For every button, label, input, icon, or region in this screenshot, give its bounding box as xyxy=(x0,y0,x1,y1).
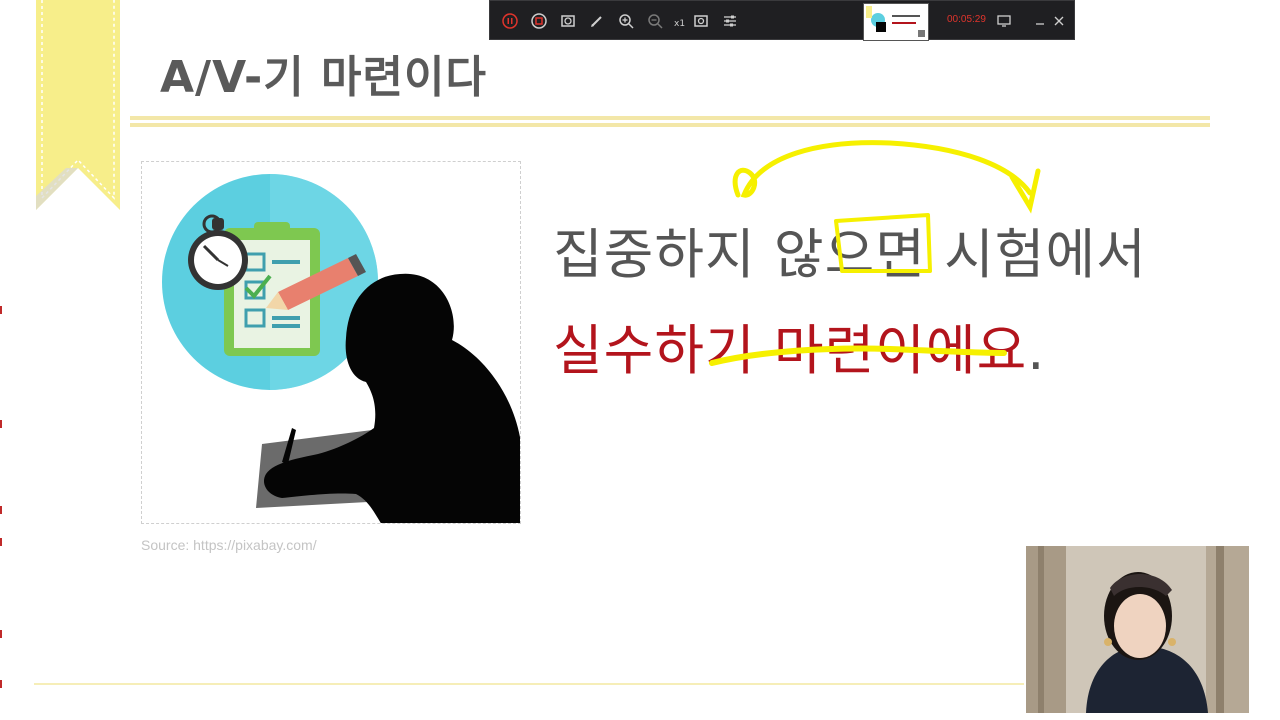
edge-marker xyxy=(0,306,2,314)
edge-marker xyxy=(0,538,2,546)
student-exam-illustration xyxy=(162,174,520,523)
webcam-icon[interactable] xyxy=(691,11,711,31)
image-source-caption: Source: https://pixabay.com/ xyxy=(141,537,317,553)
settings-icon[interactable] xyxy=(720,11,740,31)
webcam-presenter-feed xyxy=(1026,546,1249,713)
recorder-toolbar: x1 00:05:29 xyxy=(489,0,1075,41)
example-sentence-highlight: 실수하기 마련이에요 xyxy=(553,319,1028,382)
title-divider-top xyxy=(130,116,1210,120)
title-divider-bottom xyxy=(130,123,1210,127)
display-icon[interactable] xyxy=(994,11,1014,31)
stop-icon[interactable] xyxy=(529,11,549,31)
minimize-icon[interactable] xyxy=(1030,11,1050,31)
illustration-frame xyxy=(141,161,521,524)
sentence-period: . xyxy=(1027,319,1046,382)
slide-thumbnail-preview[interactable] xyxy=(863,3,929,41)
edge-marker xyxy=(0,506,2,514)
recording-timer: 00:05:29 xyxy=(947,14,986,25)
edge-marker xyxy=(0,630,2,638)
pen-icon[interactable] xyxy=(587,11,607,31)
edge-marker xyxy=(0,680,2,688)
zoom-in-icon[interactable] xyxy=(616,11,636,31)
edge-marker xyxy=(0,420,2,428)
zoom-level: x1 xyxy=(674,19,686,29)
pause-icon[interactable] xyxy=(500,11,520,31)
footer-divider xyxy=(34,683,1024,685)
close-icon[interactable] xyxy=(1049,11,1069,31)
zoom-out-icon[interactable] xyxy=(645,11,665,31)
example-sentence-line2: 실수하기 마련이에요. xyxy=(553,306,1045,385)
slide-title: A/V-기 마련이다 xyxy=(160,52,487,103)
example-sentence-line1: 집중하지 않으면 시험에서 xyxy=(553,223,1147,286)
camera-icon[interactable] xyxy=(558,11,578,31)
ribbon-bookmark xyxy=(36,0,120,210)
